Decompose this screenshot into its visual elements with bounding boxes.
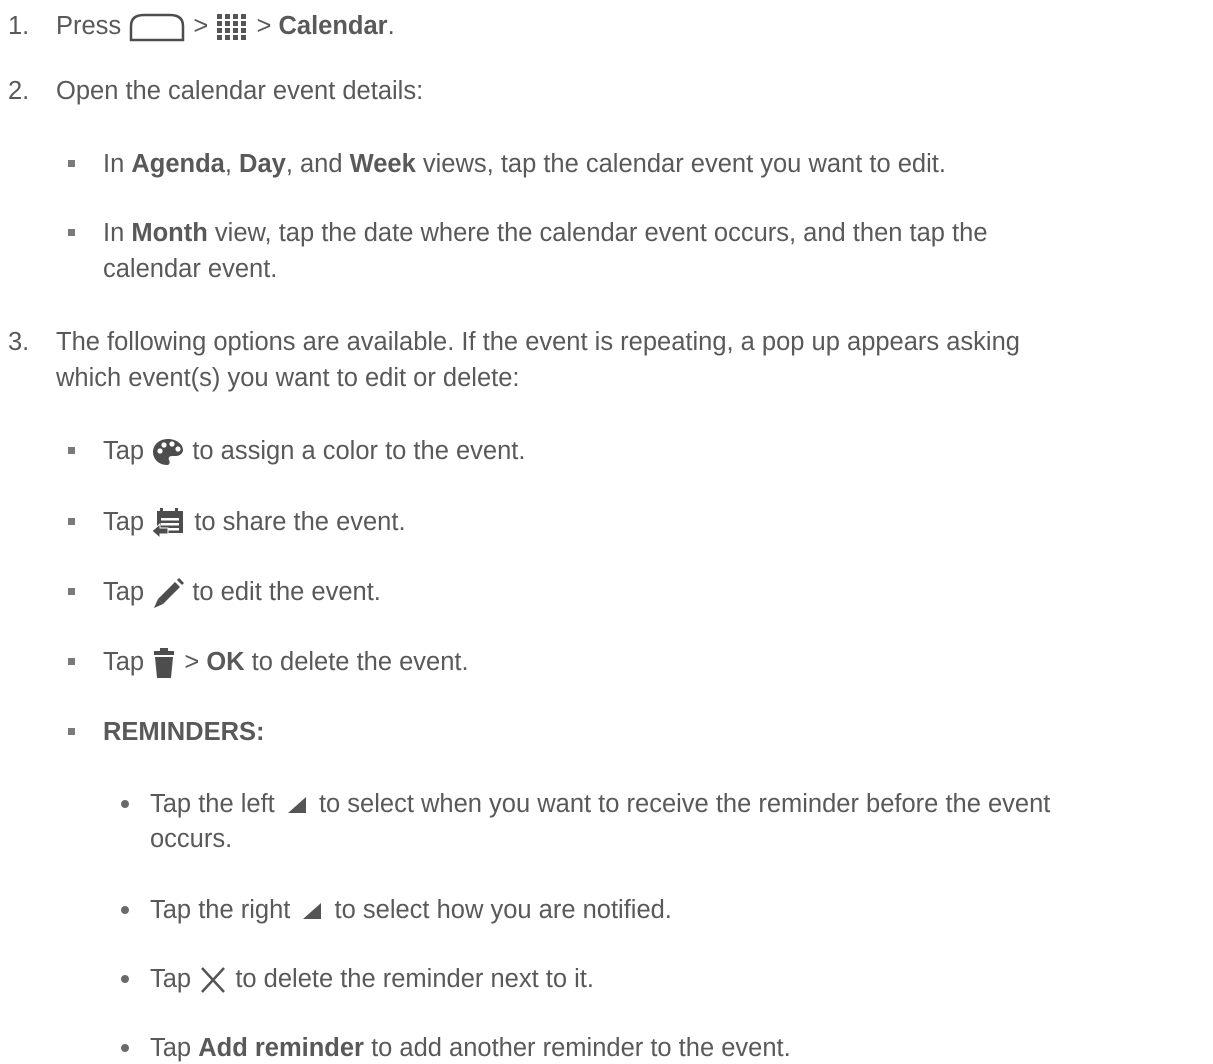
text: Tap the left [150, 790, 275, 818]
calendar-app-label: Calendar [278, 12, 388, 40]
apps-icon [215, 12, 249, 42]
home-icon [128, 12, 186, 42]
bullet-square [68, 588, 75, 595]
reminder-left-item-cont: occurs. [150, 825, 233, 853]
bullet-square [68, 728, 75, 735]
text: Tap [103, 578, 145, 606]
bullet-dot [121, 800, 129, 808]
bullet-square [68, 518, 75, 525]
step-2-bullet-month: In Month view, tap the date where the ca… [103, 217, 988, 249]
text: Tap [150, 1034, 199, 1062]
step-number: 3. [8, 328, 30, 356]
reminder-add-item: Tap Add reminder to add another reminder… [150, 1032, 791, 1064]
ok-label: OK [206, 648, 245, 676]
text: In [103, 219, 132, 247]
pencil-icon [151, 577, 185, 609]
bullet-edit: Tap to edit the event. [103, 576, 381, 609]
bullet-share: Tap to share the event. [103, 506, 406, 540]
text: In [103, 150, 132, 178]
bullet-square [68, 160, 75, 167]
step-1-press: Press [56, 12, 122, 40]
reminder-left-item: Tap the left to select when you want to … [150, 788, 1050, 820]
text: Tap [103, 437, 145, 465]
bullet-assign-color: Tap to assign a color to the event. [103, 435, 525, 467]
agenda-label: Agenda [131, 150, 225, 178]
bullet-square [68, 658, 75, 665]
text: to delete the event. [251, 648, 469, 676]
text: to assign a color to the event. [192, 437, 526, 465]
text: Tap [103, 508, 145, 536]
separator: > [256, 12, 272, 40]
bullet-square [68, 229, 75, 236]
bullet-delete: Tap > OK to delete the event. [103, 646, 469, 679]
step-2-bullet-views: In Agenda, Day, and Week views, tap the … [103, 148, 946, 180]
text: to share the event. [194, 508, 406, 536]
step-2-text: Open the calendar event details: [56, 77, 424, 105]
text: Tap [150, 965, 192, 993]
bullet-square [68, 447, 75, 454]
step-3-text: The following options are available. If … [56, 328, 1020, 356]
text: , and [285, 150, 350, 178]
text: to select how you are notified. [334, 896, 672, 924]
bullet-dot [121, 975, 129, 983]
month-label: Month [131, 219, 208, 247]
text: to edit the event. [192, 578, 381, 606]
week-label: Week [349, 150, 416, 178]
text: to add another reminder to the event. [363, 1034, 791, 1062]
text: to select when you want to receive the r… [318, 790, 1051, 818]
close-icon [198, 966, 228, 994]
separator: > [193, 12, 209, 40]
period: . [387, 12, 395, 40]
step-2-bullet-month-cont: calendar event. [103, 255, 278, 283]
text: views, tap the calendar event you want t… [415, 150, 946, 178]
reminders-heading: REMINDERS: [103, 718, 265, 746]
dropdown-triangle-icon [282, 793, 312, 817]
share-icon [151, 507, 187, 540]
step-number: 1. [8, 12, 30, 40]
separator: > [184, 648, 200, 676]
bullet-dot [121, 1044, 129, 1052]
trash-icon [151, 647, 177, 679]
step-1-text: Press > > Calendar. [56, 10, 395, 42]
reminder-delete-item: Tap to delete the reminder next to it. [150, 963, 594, 995]
step-number: 2. [8, 77, 30, 105]
bullet-dot [121, 906, 129, 914]
text: Tap the right [150, 896, 291, 924]
palette-icon [151, 437, 185, 467]
reminder-right-item: Tap the right to select how you are noti… [150, 894, 672, 926]
text: , [224, 150, 240, 178]
instructions-page: 1. Press > > Calendar. 2. Open the calen… [0, 0, 1213, 1062]
step-3-text-cont: which event(s) you want to edit or delet… [56, 364, 520, 392]
dropdown-triangle-icon [297, 899, 327, 923]
text: Tap [103, 648, 145, 676]
text: to delete the reminder next to it. [235, 965, 594, 993]
text: view, tap the date where the calendar ev… [207, 219, 988, 247]
day-label: Day [239, 150, 286, 178]
add-reminder-label: Add reminder [198, 1034, 364, 1062]
